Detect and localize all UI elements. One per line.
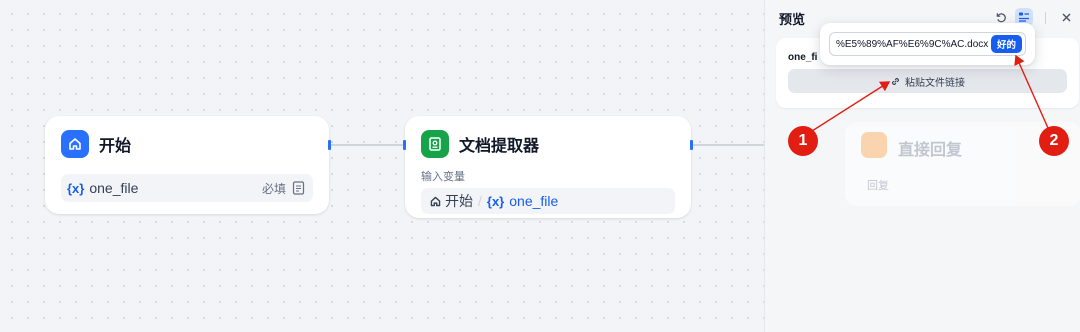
url-input-value: %E5%89%AF%E6%9C%AC.docx xyxy=(836,38,989,50)
confirm-button[interactable]: 好的 xyxy=(991,35,1022,53)
annotation-marker-1: 1 xyxy=(788,126,818,156)
source-node-name: 开始 xyxy=(445,193,473,209)
reply-icon xyxy=(861,132,887,158)
start-node[interactable]: 开始 {x} one_file 必填 xyxy=(45,116,331,214)
reply-node-title: 直接回复 xyxy=(898,142,963,159)
extractor-node-title: 文档提取器 xyxy=(459,138,540,155)
input-variable-label: 输入变量 xyxy=(421,171,465,183)
url-popover: %E5%89%AF%E6%9C%AC.docx 好的 xyxy=(820,23,1035,65)
edge-extractor-to-reply xyxy=(692,144,764,146)
document-extractor-icon xyxy=(421,130,449,158)
variable-icon: {x} xyxy=(67,180,85,196)
paste-file-link-button[interactable]: 粘贴文件链接 xyxy=(788,69,1067,93)
reply-node-sublabel: 回复 xyxy=(867,180,889,192)
home-icon xyxy=(61,130,89,158)
source-variable-name: one_file xyxy=(509,193,559,209)
header-divider xyxy=(1045,12,1046,24)
home-icon xyxy=(429,195,442,208)
field-label: one_fi xyxy=(788,52,818,63)
variable-icon: {x} xyxy=(486,193,505,209)
input-variable-row[interactable]: 开始 / {x} one_file xyxy=(421,188,675,214)
edge-start-to-extractor xyxy=(331,144,404,146)
paste-file-link-label: 粘贴文件链接 xyxy=(905,77,965,89)
extractor-input-port[interactable] xyxy=(403,140,406,150)
annotation-marker-2: 2 xyxy=(1039,126,1069,156)
preview-panel: 预览 one_fi 粘贴文件链接 %E5%89%AF%E6%9C%AC.docx… xyxy=(764,0,1080,332)
extractor-output-port[interactable] xyxy=(690,140,693,150)
link-icon xyxy=(890,76,901,87)
start-variable-name: one_file xyxy=(89,180,139,196)
start-node-title: 开始 xyxy=(99,138,132,155)
preview-title: 预览 xyxy=(779,12,806,27)
variable-list-icon xyxy=(1018,11,1030,23)
path-separator: / xyxy=(478,193,482,209)
required-label: 必填 xyxy=(261,181,286,196)
document-extractor-node[interactable]: 文档提取器 输入变量 开始 / {x} one_file xyxy=(403,116,693,218)
document-icon xyxy=(292,181,305,195)
start-output-port[interactable] xyxy=(328,140,331,150)
start-variable-row[interactable]: {x} one_file 必填 xyxy=(61,174,313,202)
confirm-button-label: 好的 xyxy=(996,40,1016,51)
close-icon[interactable] xyxy=(1061,12,1072,23)
